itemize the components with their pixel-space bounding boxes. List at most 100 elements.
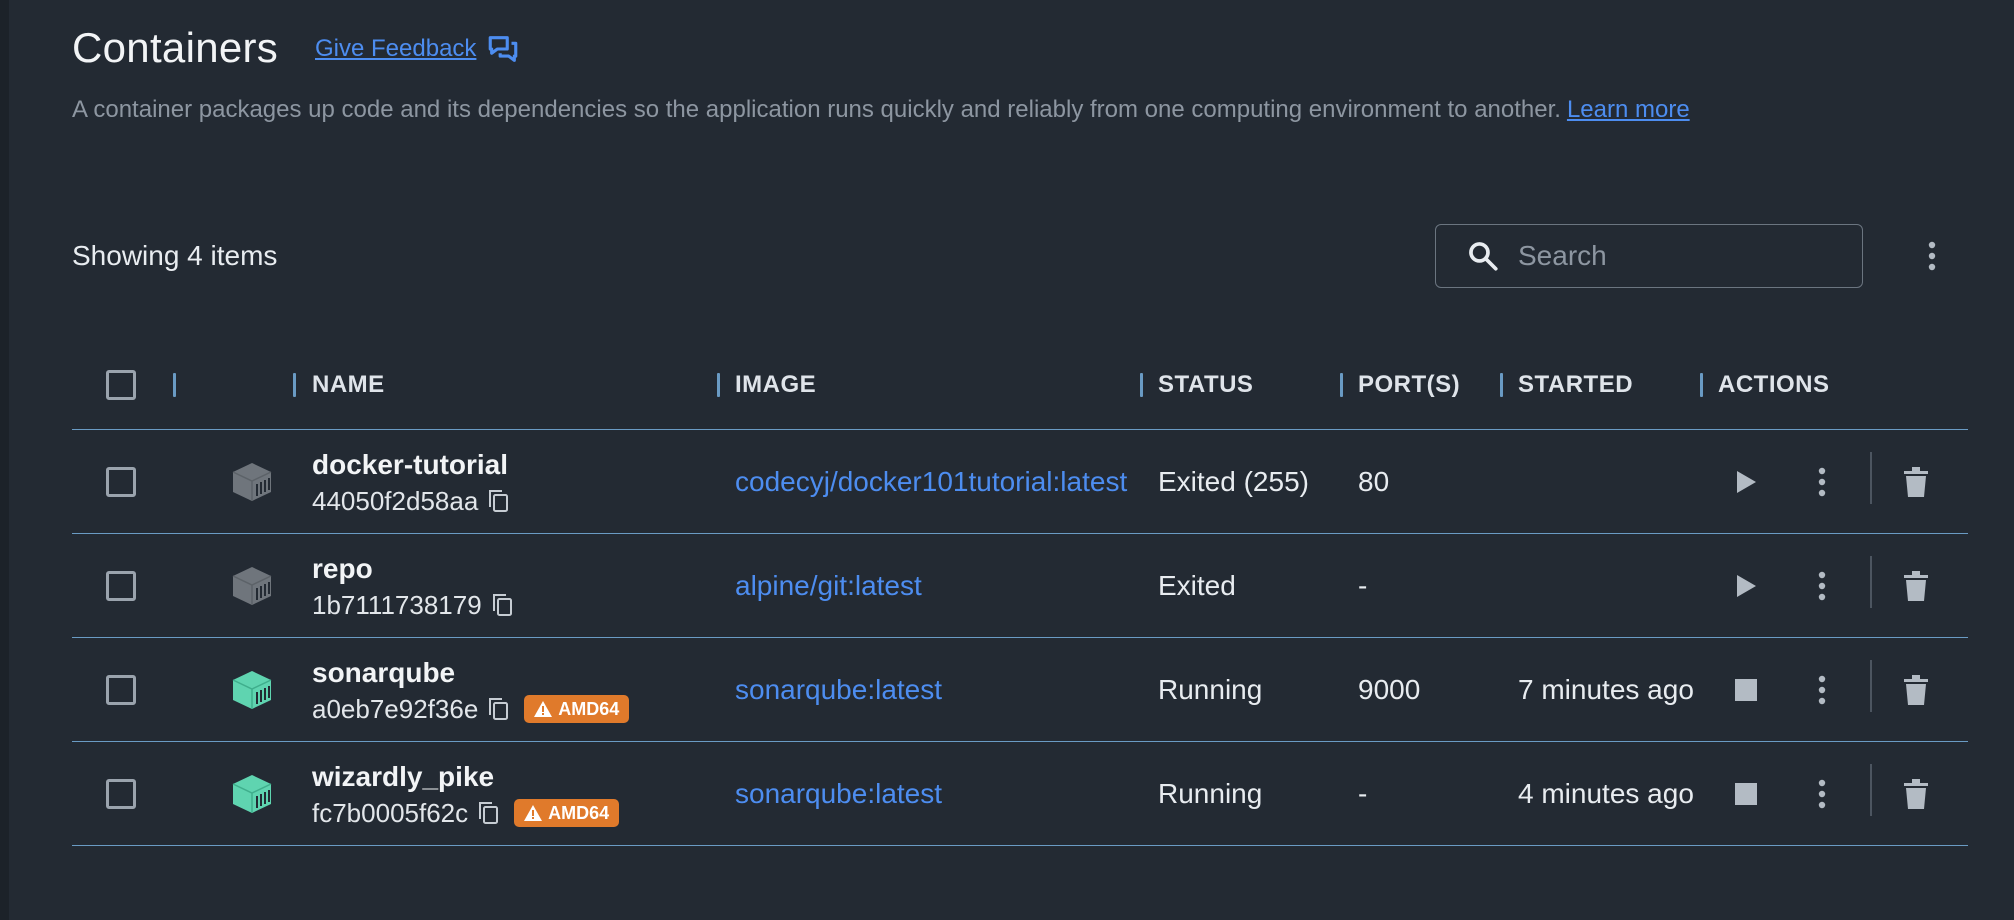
give-feedback-link[interactable]: Give Feedback [315,32,520,66]
column-header-ports[interactable]: PORT(S) [1358,340,1460,430]
container-id: 1b7111738179 [312,589,482,620]
select-all-cell [106,340,136,430]
column-header-status[interactable]: STATUS [1158,340,1253,430]
architecture-badge: AMD64 [514,799,620,827]
actions-divider [1870,764,1872,816]
container-id: fc7b0005f62c [312,797,469,828]
stop-icon [1735,783,1757,805]
delete-button[interactable] [1896,566,1936,606]
container-stopped-icon [232,567,272,605]
start-button[interactable] [1726,462,1766,502]
stop-button[interactable] [1726,774,1766,814]
table-row[interactable]: docker-tutorial 44050f2d58aa codecyj/doc… [72,430,1968,534]
column-header-actions: ACTIONS [1718,371,1830,398]
copy-icon[interactable] [476,800,500,826]
select-all-checkbox[interactable] [106,370,136,400]
status-text: Exited (255) [1158,466,1309,497]
container-running-icon [232,775,272,813]
status-text: Running [1158,674,1263,705]
search-box[interactable] [1435,224,1863,288]
column-header-name[interactable]: NAME [312,340,385,430]
column-resizer[interactable] [1140,373,1143,397]
copy-icon[interactable] [486,488,510,514]
delete-button[interactable] [1896,462,1936,502]
page-title: Containers [72,24,279,71]
container-id: a0eb7e92f36e [312,693,479,724]
status-text: Exited [1158,570,1236,601]
container-name[interactable]: docker-tutorial [312,448,510,482]
trash-icon [1904,675,1928,705]
delete-button[interactable] [1896,774,1936,814]
image-link[interactable]: sonarqube:latest [735,778,1143,810]
column-resizer[interactable] [173,373,176,397]
more-actions-button[interactable] [1802,670,1842,710]
image-link[interactable]: codecyj/docker101tutorial:latest [735,466,1143,498]
delete-button[interactable] [1896,670,1936,710]
give-feedback-label: Give Feedback [315,35,477,62]
row-checkbox[interactable] [106,571,136,601]
row-checkbox[interactable] [106,675,136,705]
container-id: 44050f2d58aa [312,485,479,516]
image-link[interactable]: sonarqube:latest [735,674,1143,706]
search-icon [1469,242,1498,271]
search-input[interactable] [1518,240,1838,272]
copy-icon[interactable] [486,696,510,722]
more-actions-button[interactable] [1802,566,1842,606]
warning-icon [534,701,553,717]
more-actions-button[interactable] [1802,774,1842,814]
column-resizer[interactable] [1500,373,1503,397]
port-link[interactable]: 9000 [1358,674,1420,706]
more-options-button[interactable] [1918,236,1946,276]
containers-table: NAME IMAGE STATUS PORT(S) STARTED ACTION… [72,340,1968,846]
table-row[interactable]: wizardly_pike fc7b0005f62c AMD64 sonarqu… [72,742,1968,846]
kebab-icon [1818,571,1826,601]
port-text: - [1358,778,1368,809]
table-header: NAME IMAGE STATUS PORT(S) STARTED ACTION… [72,340,1968,430]
actions-divider [1870,556,1872,608]
chat-bubbles-icon [489,36,518,62]
column-resizer[interactable] [1700,373,1703,397]
port-link[interactable]: 80 [1358,466,1389,498]
column-resizer[interactable] [1340,373,1343,397]
container-stopped-icon [232,463,272,501]
badge-label: AMD64 [548,802,610,823]
row-checkbox[interactable] [106,779,136,809]
badge-label: AMD64 [558,698,620,719]
actions-divider [1870,660,1872,712]
kebab-icon [1928,241,1936,271]
container-name[interactable]: wizardly_pike [312,760,619,794]
page-description: A container packages up code and its dep… [72,96,1690,124]
container-name[interactable]: sonarqube [312,656,629,690]
status-text: Running [1158,778,1263,809]
architecture-badge: AMD64 [524,695,630,723]
start-button[interactable] [1726,566,1766,606]
copy-icon[interactable] [490,592,514,618]
table-row[interactable]: repo 1b7111738179 alpine/git:latest Exit… [72,534,1968,638]
table-row[interactable]: sonarqube a0eb7e92f36e AMD64 sonarqube:l… [72,638,1968,742]
play-icon [1737,575,1756,597]
kebab-icon [1818,467,1826,497]
learn-more-link[interactable]: Learn more [1567,96,1690,123]
warning-icon [524,805,543,821]
port-text: - [1358,570,1368,601]
stop-button[interactable] [1726,670,1766,710]
trash-icon [1904,779,1928,809]
kebab-icon [1818,779,1826,809]
description-text: A container packages up code and its dep… [72,96,1561,123]
container-running-icon [232,671,272,709]
column-resizer[interactable] [717,373,720,397]
image-link[interactable]: alpine/git:latest [735,570,1143,602]
item-count: Showing 4 items [72,240,278,271]
kebab-icon [1818,675,1826,705]
column-header-started[interactable]: STARTED [1518,340,1633,430]
play-icon [1737,471,1756,493]
more-actions-button[interactable] [1802,462,1842,502]
container-name[interactable]: repo [312,552,514,586]
column-resizer[interactable] [293,373,296,397]
started-text: 7 minutes ago [1518,674,1694,705]
stop-icon [1735,679,1757,701]
row-checkbox[interactable] [106,467,136,497]
column-header-image[interactable]: IMAGE [735,340,816,430]
window-edge [0,0,9,920]
actions-divider [1870,452,1872,504]
